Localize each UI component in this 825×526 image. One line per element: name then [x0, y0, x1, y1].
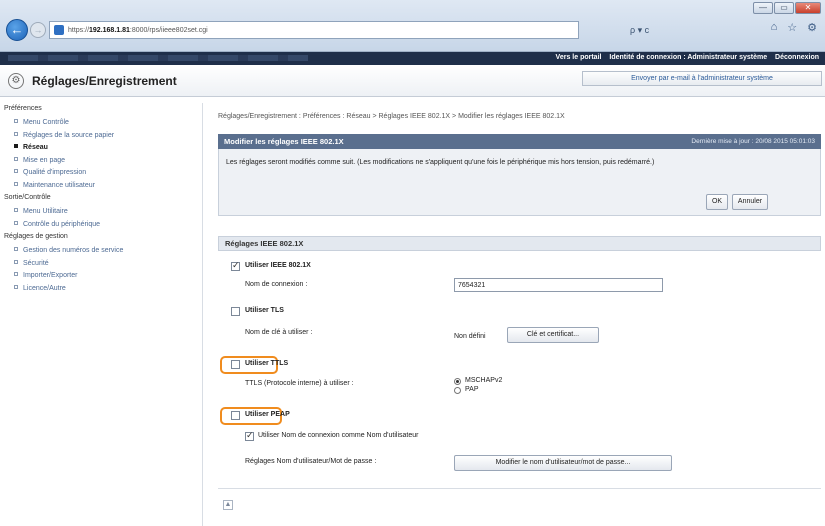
- ok-button[interactable]: OK: [706, 194, 728, 210]
- use-peap-label: Utiliser PEAP: [245, 411, 290, 418]
- window-controls: — ▭ ✕: [753, 2, 821, 14]
- key-name-value: Non défini: [454, 333, 486, 340]
- top-links: Vers le portail Identité de connexion : …: [550, 54, 819, 61]
- bullet-icon: [14, 272, 18, 276]
- device-name-blurred: [8, 55, 308, 61]
- confirmation-message: Les réglages seront modifiés comme suit.…: [226, 159, 655, 166]
- cancel-button[interactable]: Annuler: [732, 194, 768, 210]
- breadcrumb[interactable]: Réglages/Enregistrement : Préférences : …: [218, 113, 565, 120]
- login-name-field[interactable]: [454, 278, 663, 292]
- close-window-button[interactable]: ✕: [795, 2, 821, 14]
- site-favicon-icon: [54, 25, 64, 35]
- sidebar-item-controle-peripherique[interactable]: Contrôle du périphérique: [0, 219, 202, 232]
- sidebar-section-gestion[interactable]: Réglages de gestion: [0, 231, 202, 243]
- settings-gear-icon: ⚙: [8, 73, 24, 89]
- section-title: Réglages IEEE 802.1X: [218, 236, 821, 251]
- url-text: https://192.168.1.81:8000/rps/iieee802se…: [68, 26, 208, 34]
- logout-link[interactable]: Déconnexion: [775, 54, 819, 61]
- bullet-icon: [14, 169, 18, 173]
- key-certificate-button[interactable]: Clé et certificat...: [507, 327, 599, 343]
- settings-gear-icon[interactable]: ⚙: [807, 21, 817, 34]
- sidebar-item-source-papier[interactable]: Réglages de la source papier: [0, 130, 202, 143]
- sidebar-item-menu-controle[interactable]: Menu Contrôle: [0, 117, 202, 130]
- bullet-icon: [14, 144, 18, 148]
- browser-toolbar: — ▭ ✕ ← → https://192.168.1.81:8000/rps/…: [0, 0, 825, 52]
- use-tls-label: Utiliser TLS: [245, 307, 284, 314]
- sidebar-item-qualite[interactable]: Qualité d'impression: [0, 167, 202, 180]
- use-peap-checkbox[interactable]: [231, 411, 240, 420]
- bullet-icon: [14, 119, 18, 123]
- bullet-icon: [14, 284, 18, 289]
- use-tls-checkbox[interactable]: [231, 307, 240, 316]
- email-admin-button[interactable]: Envoyer par e-mail à l'administrateur sy…: [582, 71, 822, 86]
- panel-title: Modifier les réglages IEEE 802.1X Derniè…: [218, 134, 821, 149]
- bullet-icon: [14, 208, 18, 212]
- sidebar-item-reseau[interactable]: Réseau: [0, 142, 202, 155]
- pap-radio[interactable]: [454, 387, 461, 394]
- use-ieee-checkbox[interactable]: [231, 260, 240, 271]
- back-arrow-icon[interactable]: ←: [6, 19, 28, 41]
- sidebar-item-maintenance[interactable]: Maintenance utilisateur: [0, 180, 202, 193]
- sidebar-item-numeros-service[interactable]: Gestion des numéros de service: [0, 245, 202, 258]
- use-login-as-user-checkbox[interactable]: [245, 430, 254, 441]
- home-icon[interactable]: ⌂: [771, 21, 778, 34]
- bullet-icon: [14, 181, 18, 186]
- last-updated: Dernière mise à jour : 20/08 2015 05:01:…: [691, 138, 815, 145]
- ttls-protocol-label: TTLS (Protocole interne) à utiliser :: [245, 380, 354, 387]
- browser-tool-icons: ⌂ ☆ ⚙: [771, 21, 817, 34]
- mschapv2-radio[interactable]: [454, 378, 461, 385]
- modify-user-pass-button[interactable]: Modifier le nom d'utilisateur/mot de pas…: [454, 455, 672, 471]
- sidebar-item-licence[interactable]: Licence/Autre: [0, 283, 202, 296]
- address-bar[interactable]: https://192.168.1.81:8000/rps/iieee802se…: [49, 21, 579, 39]
- sidebar-item-importer-exporter[interactable]: Importer/Exporter: [0, 270, 202, 283]
- sidebar-section-sortie[interactable]: Sortie/Contrôle: [0, 192, 202, 204]
- search-refresh-controls[interactable]: ρ ▾ ᴄ: [600, 21, 728, 39]
- sidebar-item-securite[interactable]: Sécurité: [0, 258, 202, 271]
- maximize-button[interactable]: ▭: [774, 2, 794, 14]
- forward-arrow-icon[interactable]: →: [30, 22, 46, 38]
- bullet-icon: [14, 131, 18, 136]
- login-name-label: Nom de connexion :: [245, 281, 308, 288]
- use-ttls-checkbox[interactable]: [231, 360, 240, 369]
- pap-label: PAP: [465, 386, 479, 393]
- sidebar-item-mise-en-page[interactable]: Mise en page: [0, 155, 202, 168]
- page-top-arrow-icon[interactable]: ▲: [223, 500, 233, 510]
- portal-link[interactable]: Vers le portail: [556, 54, 602, 61]
- footer-divider: [218, 488, 821, 489]
- device-top-bar: Vers le portail Identité de connexion : …: [0, 52, 825, 65]
- bullet-icon: [14, 259, 18, 264]
- use-ttls-label: Utiliser TTLS: [245, 360, 289, 367]
- sidebar: Préférences Menu Contrôle Réglages de la…: [0, 103, 203, 526]
- sidebar-section-preferences[interactable]: Préférences: [0, 103, 202, 115]
- confirmation-panel: Les réglages seront modifiés comme suit.…: [218, 149, 821, 216]
- minimize-button[interactable]: —: [753, 2, 773, 14]
- bullet-icon: [14, 220, 18, 225]
- user-pass-label: Réglages Nom d'utilisateur/Mot de passe …: [245, 458, 377, 465]
- settings-header: ⚙ Réglages/Enregistrement Envoyer par e-…: [0, 65, 825, 97]
- page-title: Réglages/Enregistrement: [32, 74, 177, 88]
- mschapv2-label: MSCHAPv2: [465, 377, 503, 384]
- key-name-label: Nom de clé à utiliser :: [245, 329, 313, 336]
- sidebar-item-utilitaire[interactable]: Menu Utilitaire: [0, 206, 202, 219]
- bullet-icon: [14, 247, 18, 251]
- bullet-icon: [14, 156, 18, 161]
- login-identity: Identité de connexion : Administrateur s…: [609, 54, 768, 61]
- favorites-icon[interactable]: ☆: [787, 21, 797, 34]
- use-login-as-user-label: Utiliser Nom de connexion comme Nom d'ut…: [258, 432, 419, 439]
- use-ieee-label: Utiliser IEEE 802.1X: [245, 262, 311, 269]
